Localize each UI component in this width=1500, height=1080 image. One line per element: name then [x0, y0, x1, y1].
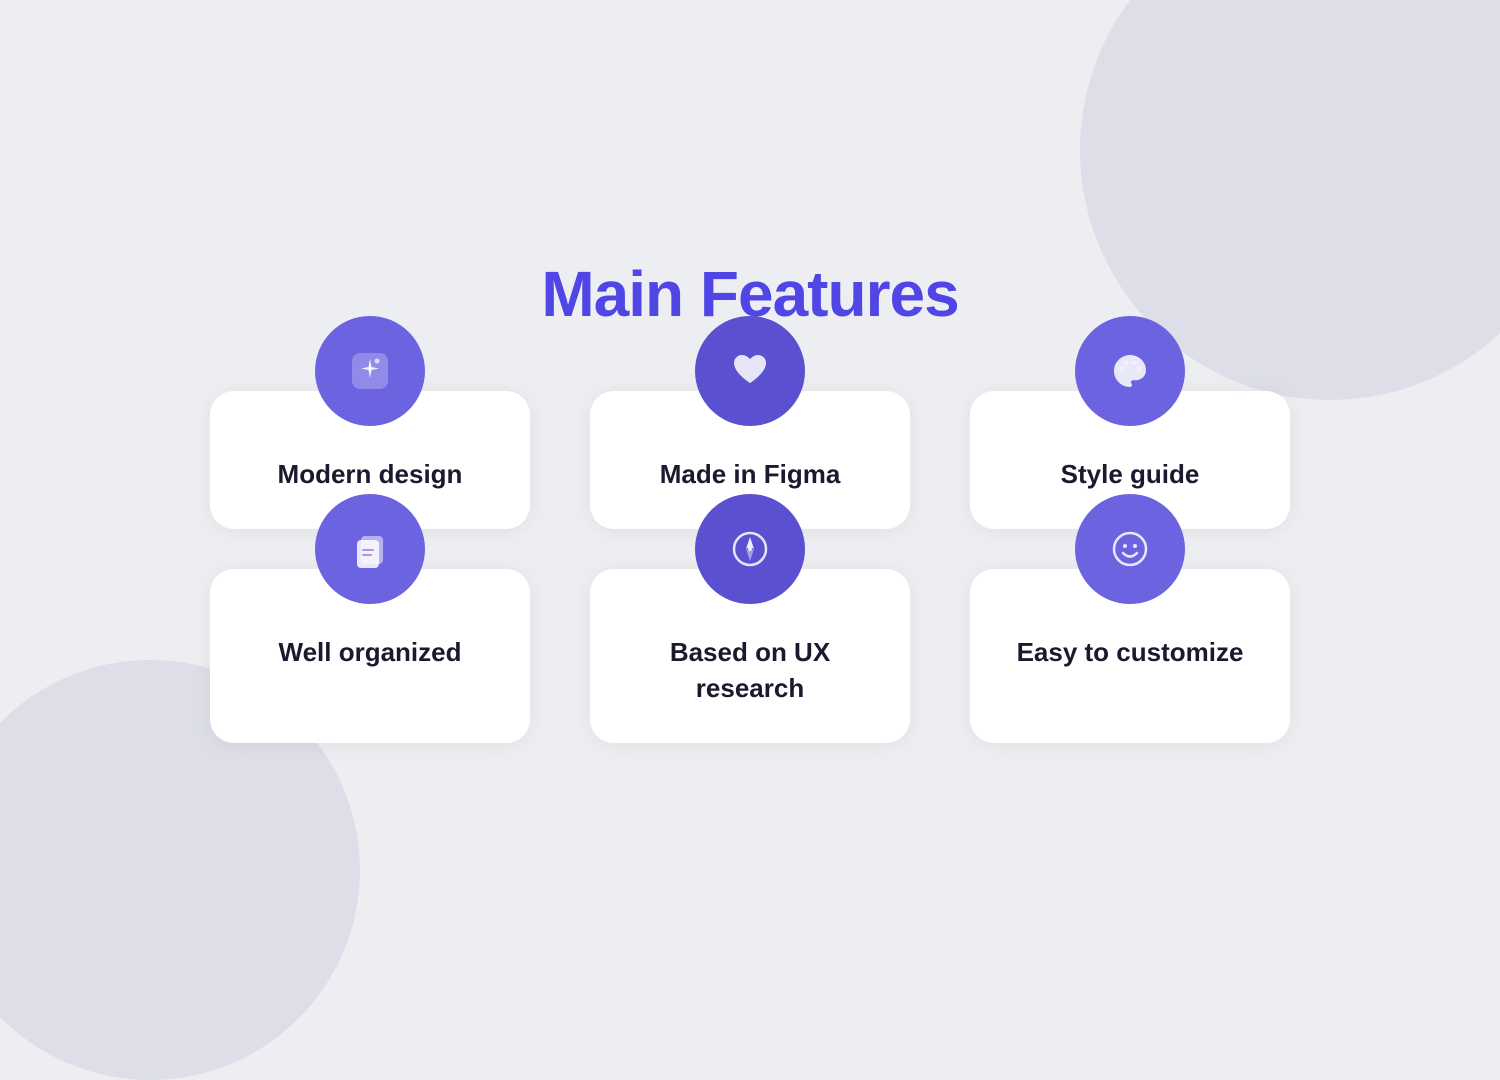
- well-organized-label: Well organized: [279, 634, 462, 670]
- made-in-figma-icon-circle: [695, 316, 805, 426]
- features-grid: Modern design Made in Figma: [210, 391, 1290, 742]
- easy-to-customize-label: Easy to customize: [1017, 634, 1244, 670]
- made-in-figma-label: Made in Figma: [660, 456, 841, 492]
- style-guide-icon-circle: [1075, 316, 1185, 426]
- sparkle-icon: [344, 345, 396, 397]
- modern-design-icon-circle: [315, 316, 425, 426]
- easy-to-customize-icon-circle: [1075, 494, 1185, 604]
- compass-icon: [724, 523, 776, 575]
- style-guide-label: Style guide: [1061, 456, 1200, 492]
- ux-research-icon-circle: [695, 494, 805, 604]
- page-content: Main Features Modern design Mad: [0, 257, 1500, 742]
- modern-design-label: Modern design: [278, 456, 463, 492]
- documents-icon: [344, 523, 396, 575]
- well-organized-icon-circle: [315, 494, 425, 604]
- smiley-icon: [1104, 523, 1156, 575]
- feature-card-well-organized: Well organized: [210, 569, 530, 743]
- feature-card-ux-research: Based on UX research: [590, 569, 910, 743]
- ux-research-label: Based on UX research: [620, 634, 880, 707]
- palette-icon: [1104, 345, 1156, 397]
- feature-card-easy-to-customize: Easy to customize: [970, 569, 1290, 743]
- heart-icon: [724, 345, 776, 397]
